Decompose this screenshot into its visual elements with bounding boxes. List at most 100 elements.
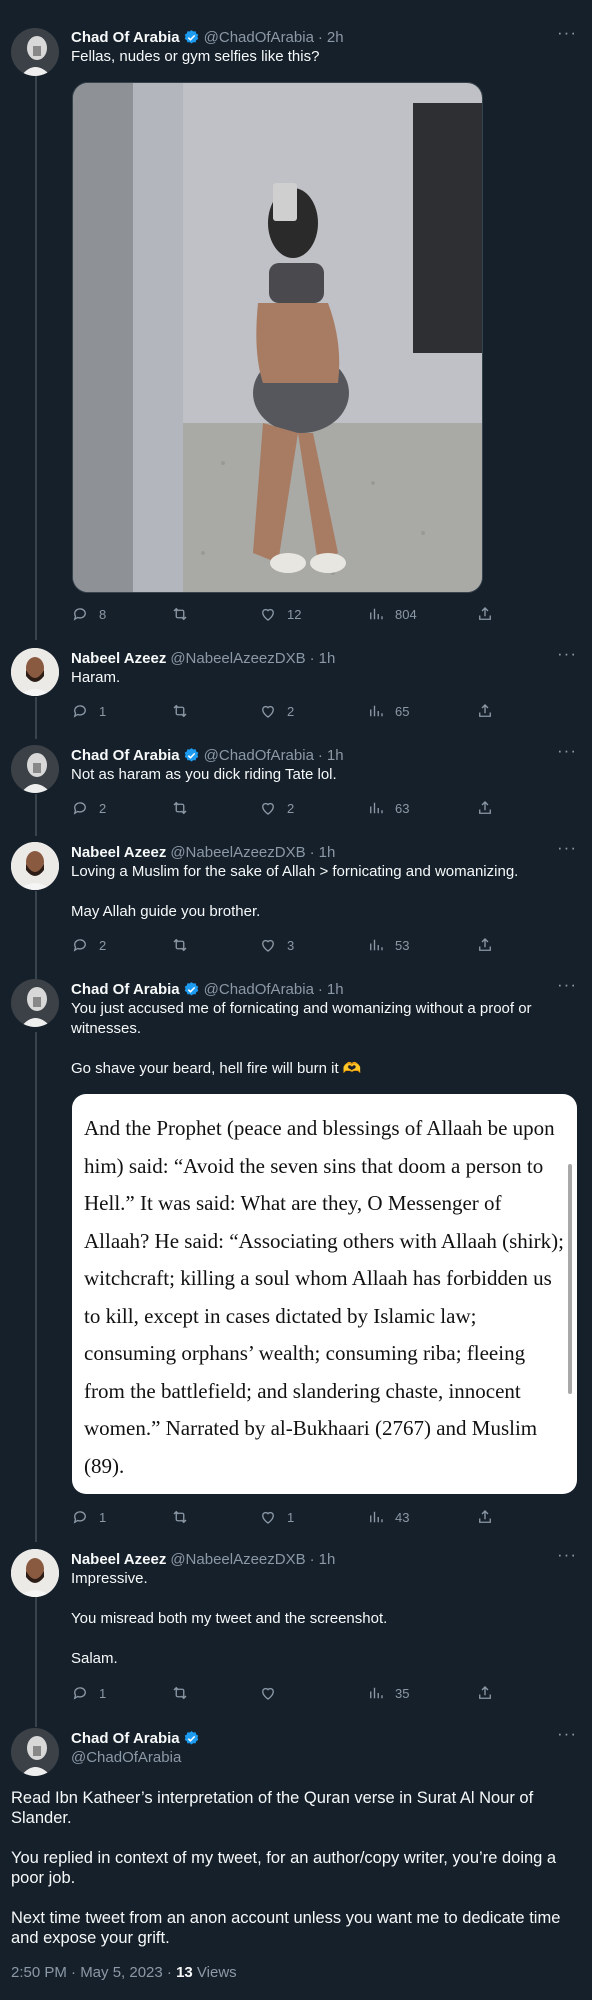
share-button[interactable]	[476, 1683, 494, 1703]
like-icon	[262, 705, 274, 718]
avatar[interactable]	[11, 842, 59, 890]
reply-icon	[73, 1687, 86, 1700]
timestamp[interactable]: 1h	[327, 747, 344, 764]
like-button[interactable]: 3	[259, 935, 294, 955]
more-icon[interactable]: ···	[556, 839, 578, 862]
views-icon	[370, 705, 383, 717]
retweet-button[interactable]	[171, 1683, 199, 1703]
avatar[interactable]	[11, 28, 59, 76]
separator-dot: ·	[317, 746, 323, 764]
tweet-image[interactable]	[72, 82, 483, 593]
handle[interactable]: @ChadOfArabia	[71, 1748, 578, 1768]
reply-button[interactable]: 1	[71, 701, 106, 721]
avatar[interactable]	[11, 745, 59, 793]
share-icon	[479, 938, 491, 951]
share-button[interactable]	[476, 935, 494, 955]
handle[interactable]: @ChadOfArabia	[204, 981, 314, 998]
display-name[interactable]: Chad Of Arabia	[71, 747, 180, 764]
views-button[interactable]: 65	[367, 701, 409, 721]
more-icon[interactable]: ···	[556, 24, 578, 47]
tweet[interactable]: Nabeel Azeez @NabeelAzeezDXB · 1h ··· Im…	[0, 1541, 592, 1718]
display-name[interactable]: Nabeel Azeez	[71, 650, 166, 667]
share-icon	[479, 1686, 491, 1699]
retweet-icon	[173, 1686, 187, 1700]
views-button[interactable]: 63	[367, 798, 409, 818]
share-button[interactable]	[476, 1507, 494, 1527]
handle[interactable]: @NabeelAzeezDXB	[170, 650, 305, 667]
tweet-image[interactable]: And the Prophet (peace and blessings of …	[72, 1094, 577, 1494]
quote-text: And the Prophet (peace and blessings of …	[84, 1116, 564, 1478]
scrollbar	[568, 1164, 572, 1394]
like-button[interactable]: 2	[259, 701, 294, 721]
verified-badge-icon	[184, 29, 198, 44]
retweet-button[interactable]	[171, 798, 199, 818]
handle[interactable]: @NabeelAzeezDXB	[170, 1551, 305, 1568]
avatar[interactable]	[11, 1728, 59, 1776]
tweet[interactable]: Nabeel Azeez @NabeelAzeezDXB · 1h ··· Lo…	[0, 834, 592, 971]
share-button[interactable]	[476, 798, 494, 818]
tweet[interactable]: Nabeel Azeez @NabeelAzeezDXB · 1h ··· Ha…	[0, 640, 592, 737]
verified-badge-icon	[184, 981, 198, 996]
separator-dot: ·	[309, 1550, 315, 1568]
share-button[interactable]	[476, 604, 494, 624]
avatar[interactable]	[11, 979, 59, 1027]
avatar[interactable]	[11, 1549, 59, 1597]
handle[interactable]: @ChadOfArabia	[204, 747, 314, 764]
like-button[interactable]: 1	[259, 1507, 294, 1527]
like-button[interactable]: 2	[259, 798, 294, 818]
separator-dot: ·	[317, 980, 323, 998]
main-tweet-text: Read Ibn Katheer’s interpretation of the…	[11, 1789, 561, 1947]
reply-button[interactable]: 2	[71, 798, 106, 818]
avatar[interactable]	[11, 648, 59, 696]
timestamp[interactable]: 1h	[319, 1551, 336, 1568]
retweet-icon	[173, 801, 187, 815]
timestamp[interactable]: 1h	[319, 844, 336, 861]
verified-badge-icon	[184, 747, 198, 762]
share-button[interactable]	[476, 701, 494, 721]
views-button[interactable]: 53	[367, 935, 409, 955]
tweet[interactable]: Chad Of Arabia @ChadOfArabia · 1h ··· No…	[0, 737, 592, 834]
tweet[interactable]: Chad Of Arabia @ChadOfArabia · 2h ··· Fe…	[0, 0, 592, 640]
handle[interactable]: @ChadOfArabia	[204, 29, 314, 46]
timestamp[interactable]: 1h	[327, 981, 344, 998]
reply-count: 2	[99, 937, 107, 953]
handle[interactable]: @NabeelAzeezDXB	[170, 844, 305, 861]
reply-count: 2	[99, 800, 107, 816]
display-name[interactable]: Chad Of Arabia	[71, 29, 180, 46]
display-name[interactable]: Nabeel Azeez	[71, 1551, 166, 1568]
display-name[interactable]: Nabeel Azeez	[71, 844, 166, 861]
tweet-text: Impressive. You misread both my tweet an…	[71, 1570, 388, 1667]
like-icon	[262, 802, 274, 815]
retweet-icon	[173, 607, 187, 621]
views-button[interactable]: 35	[367, 1683, 409, 1703]
retweet-button[interactable]	[171, 935, 199, 955]
main-tweet[interactable]: Chad Of Arabia ··· @ChadOfArabia Read Ib…	[0, 1718, 592, 2000]
like-button[interactable]: 12	[259, 604, 301, 624]
display-name[interactable]: Chad Of Arabia	[71, 1730, 180, 1747]
timestamp[interactable]: 1h	[319, 650, 336, 667]
views-icon	[370, 1687, 383, 1699]
reply-button[interactable]: 1	[71, 1507, 106, 1527]
retweet-icon	[173, 938, 187, 952]
retweet-button[interactable]	[171, 1507, 199, 1527]
like-count: 12	[287, 606, 302, 622]
display-name[interactable]: Chad Of Arabia	[71, 981, 180, 998]
reply-count: 1	[99, 703, 107, 719]
reply-icon	[73, 939, 86, 952]
views-button[interactable]: 804	[367, 604, 417, 624]
more-icon[interactable]: ···	[556, 742, 578, 765]
tweet-meta: 2:50 PM · May 5, 2023 · 13 Views	[11, 1964, 237, 1981]
views-button[interactable]: 43	[367, 1507, 409, 1527]
more-icon[interactable]: ···	[556, 976, 578, 999]
like-button[interactable]	[259, 1683, 287, 1703]
more-icon[interactable]: ···	[556, 645, 578, 668]
more-icon[interactable]: ···	[556, 1725, 578, 1748]
more-icon[interactable]: ···	[556, 1546, 578, 1569]
reply-button[interactable]: 2	[71, 935, 106, 955]
retweet-button[interactable]	[171, 604, 199, 624]
timestamp[interactable]: 2h	[327, 29, 344, 46]
reply-button[interactable]: 8	[71, 604, 106, 624]
retweet-button[interactable]	[171, 701, 199, 721]
post-timestamp[interactable]: 2:50 PM · May 5, 2023 ·	[11, 1964, 176, 1981]
reply-button[interactable]: 1	[71, 1683, 106, 1703]
